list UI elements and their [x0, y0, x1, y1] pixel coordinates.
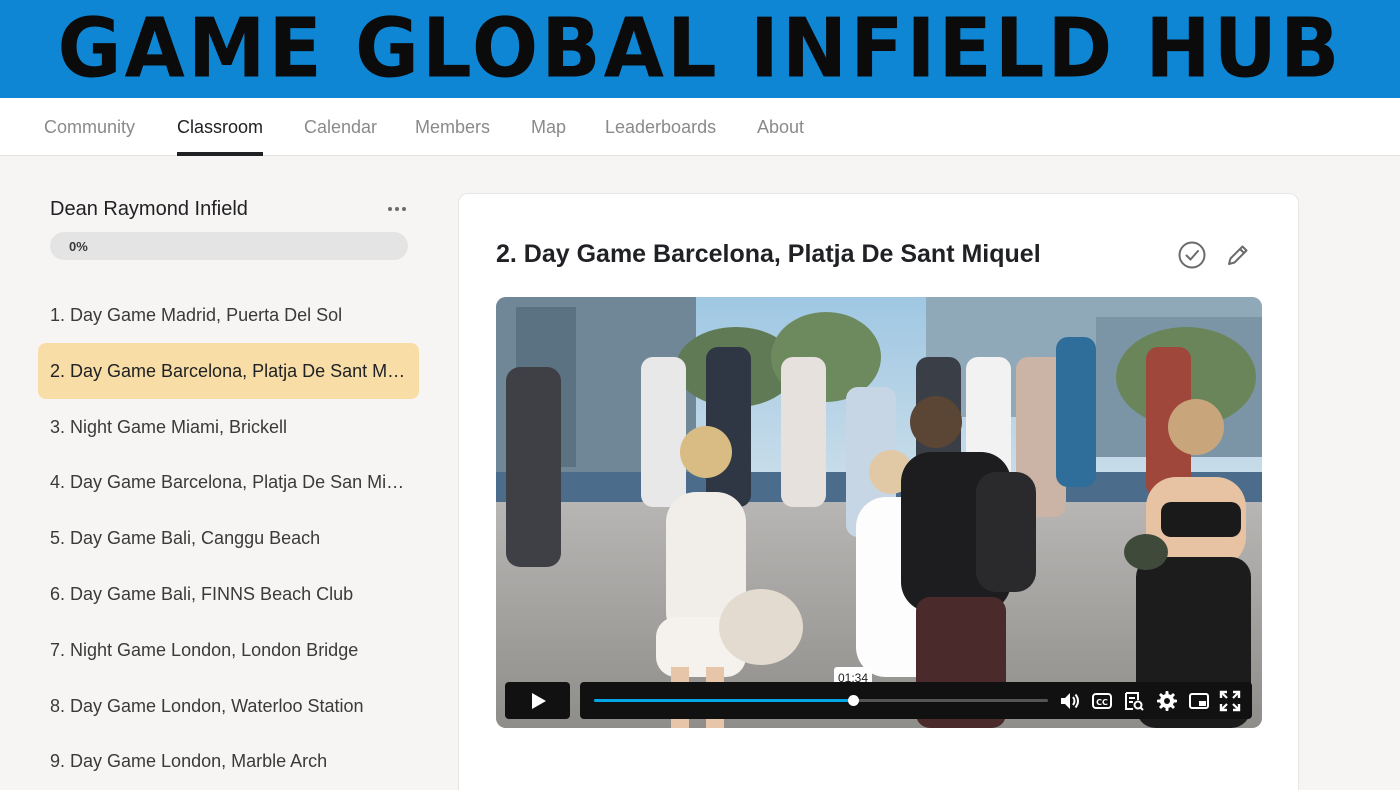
volume-icon: [1061, 693, 1079, 709]
banner: GAME GLOBAL INFIELD HUB: [0, 0, 1400, 98]
seek-bar-progress: [594, 699, 853, 702]
lesson-content-card: 2. Day Game Barcelona, Platja De Sant Mi…: [458, 193, 1299, 790]
fullscreen-icon: [1219, 690, 1241, 712]
pip-icon: [1189, 693, 1209, 709]
tab-community[interactable]: Community: [44, 98, 135, 156]
video-controls: CC: [580, 682, 1252, 719]
lesson-item[interactable]: 4. Day Game Barcelona, Platja De San Miq…: [38, 454, 419, 510]
svg-text:CC: CC: [1096, 698, 1108, 707]
lesson-item[interactable]: 3. Night Game Miami, Brickell: [38, 399, 419, 455]
more-dot-icon: [395, 207, 399, 211]
mark-complete-button[interactable]: [1177, 240, 1207, 270]
check-circle-icon: [1178, 241, 1206, 269]
lesson-item[interactable]: 7. Night Game London, London Bridge: [38, 622, 419, 678]
captions-icon: CC: [1092, 693, 1112, 709]
seek-bar[interactable]: [594, 695, 1048, 706]
play-button[interactable]: [505, 682, 570, 719]
more-options-button[interactable]: [383, 200, 411, 218]
course-progress-label: 0%: [69, 238, 88, 254]
captions-button[interactable]: CC: [1090, 689, 1114, 713]
settings-button[interactable]: [1155, 689, 1179, 713]
lesson-label: 6. Day Game Bali, FINNS Beach Club: [50, 583, 354, 604]
picture-in-picture-button[interactable]: [1187, 689, 1211, 713]
more-dot-icon: [402, 207, 406, 211]
lesson-label: 2. Day Game Barcelona, Platja De Sant Mi…: [50, 360, 407, 381]
tab-leaderboards[interactable]: Leaderboards: [605, 98, 716, 156]
lesson-label: 1. Day Game Madrid, Puerta Del Sol: [50, 304, 343, 325]
tab-classroom[interactable]: Classroom: [177, 98, 264, 156]
seek-handle[interactable]: [848, 695, 859, 706]
lesson-label: 8. Day Game London, Waterloo Station: [50, 695, 364, 716]
transcript-icon: [1125, 692, 1144, 711]
lesson-title: 2. Day Game Barcelona, Platja De Sant Mi…: [496, 240, 1041, 268]
course-progress-bar: 0%: [50, 232, 408, 260]
lesson-label: 5. Day Game Bali, Canggu Beach: [50, 527, 321, 548]
lesson-item-active[interactable]: 2. Day Game Barcelona, Platja De Sant Mi…: [38, 343, 419, 399]
more-dot-icon: [388, 207, 392, 211]
transcript-button[interactable]: [1122, 689, 1146, 713]
volume-button[interactable]: [1058, 689, 1082, 713]
lesson-label: 4. Day Game Barcelona, Platja De San Miq…: [50, 471, 407, 492]
video-frame-image: [496, 297, 1262, 728]
edit-lesson-button[interactable]: [1224, 241, 1252, 269]
fullscreen-button[interactable]: [1218, 689, 1242, 713]
lesson-label: 7. Night Game London, London Bridge: [50, 639, 359, 660]
tab-members[interactable]: Members: [415, 98, 490, 156]
top-nav: Community Classroom Calendar Members Map…: [0, 98, 1400, 156]
video-player[interactable]: 01:34 CC: [496, 297, 1262, 728]
lesson-item[interactable]: 9. Day Game London, Marble Arch: [38, 733, 419, 789]
course-sidebar: Dean Raymond Infield 0% 1. Day Game Madr…: [0, 156, 458, 790]
tab-calendar[interactable]: Calendar: [304, 98, 377, 156]
settings-icon: [1157, 691, 1177, 711]
banner-title: GAME GLOBAL INFIELD HUB: [57, 1, 1343, 97]
play-icon: [531, 692, 546, 709]
tab-map[interactable]: Map: [531, 98, 566, 156]
lesson-item[interactable]: 5. Day Game Bali, Canggu Beach: [38, 510, 419, 566]
lesson-item[interactable]: 8. Day Game London, Waterloo Station: [38, 678, 419, 734]
lesson-item[interactable]: 6. Day Game Bali, FINNS Beach Club: [38, 566, 419, 622]
pencil-icon: [1228, 245, 1248, 265]
lesson-label: 9. Day Game London, Marble Arch: [50, 750, 328, 771]
lesson-label: 3. Night Game Miami, Brickell: [50, 416, 288, 437]
course-title: Dean Raymond Infield: [50, 198, 248, 220]
tab-about[interactable]: About: [757, 98, 804, 156]
lesson-item[interactable]: 1. Day Game Madrid, Puerta Del Sol: [38, 287, 419, 343]
